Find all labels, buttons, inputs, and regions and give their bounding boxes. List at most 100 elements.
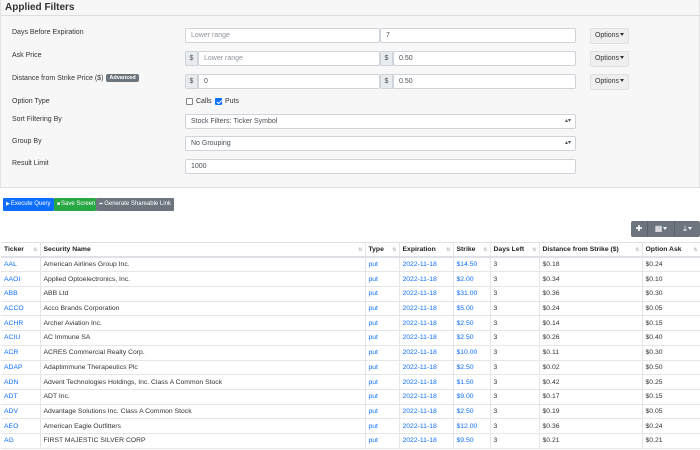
column-header-type[interactable]: Type ⇅ bbox=[365, 242, 400, 259]
group-by-select[interactable]: No Grouping ▴▾ bbox=[185, 136, 576, 151]
result-limit-input[interactable]: 1000 bbox=[185, 159, 576, 174]
expiration-cell[interactable]: 2022-11-18 bbox=[399, 404, 454, 420]
column-header-expiration[interactable]: Expiration ⇅ bbox=[399, 242, 454, 259]
expiration-cell[interactable]: 2022-11-18 bbox=[399, 389, 454, 405]
ask-upper-range-input[interactable]: 0.50 bbox=[393, 51, 576, 66]
results-table: Ticker ⇅ Security Name ⇅ Type ⇅ Expiration ⇅… bbox=[1, 242, 700, 449]
strike-cell[interactable]: $9.50 bbox=[453, 433, 491, 449]
column-header-strike[interactable]: Strike ⇅ bbox=[453, 242, 491, 259]
strike-cell[interactable]: $2.50 bbox=[453, 330, 491, 346]
strike-cell[interactable]: $2.50 bbox=[453, 404, 491, 420]
ticker-cell[interactable]: ADN bbox=[1, 374, 41, 390]
table-row: ADN Advent Technologies Holdings, Inc. Cl… bbox=[1, 374, 700, 390]
option-ask-cell: $0.25 bbox=[642, 374, 700, 390]
expiration-cell[interactable]: 2022-11-18 bbox=[399, 315, 454, 332]
ticker-cell[interactable]: AG bbox=[1, 433, 41, 449]
ticker-cell[interactable]: ADAP bbox=[1, 360, 41, 376]
strike-cell[interactable]: $2.00 bbox=[453, 271, 491, 288]
ticker-cell[interactable]: AAL bbox=[1, 257, 41, 273]
strike-cell[interactable]: $2.50 bbox=[453, 315, 491, 332]
security-name-cell: FIRST MAJESTIC SILVER CORP bbox=[40, 433, 366, 449]
sort-filtering-select[interactable]: Stock Filters: Ticker Symbol ▴▾ bbox=[185, 114, 576, 129]
ticker-cell[interactable]: ABB bbox=[1, 286, 41, 302]
puts-checkbox-label: Puts bbox=[225, 98, 240, 105]
table-row: ACR ACRES Commercial Realty Corp. put 2022-… bbox=[1, 345, 700, 361]
type-cell[interactable]: put bbox=[365, 418, 400, 434]
distance-lower-range-input[interactable]: 0 bbox=[198, 74, 380, 89]
days-lower-range-input[interactable]: Lower range bbox=[185, 28, 380, 43]
ticker-cell[interactable]: ADV bbox=[1, 404, 41, 420]
distance-cell: $0.11 bbox=[539, 345, 643, 361]
strike-cell[interactable]: $12.00 bbox=[453, 418, 491, 434]
security-name-cell: American Eagle Outfitters bbox=[40, 418, 366, 434]
calls-checkbox-label: Calls bbox=[196, 98, 212, 105]
export-download-button[interactable]: ⤓ bbox=[675, 221, 700, 237]
distance-options-dropdown[interactable]: Options bbox=[590, 74, 629, 90]
option-ask-cell: $0.30 bbox=[642, 286, 700, 302]
option-type-label: Option Type bbox=[12, 98, 50, 105]
calls-checkbox[interactable] bbox=[186, 98, 193, 105]
expiration-cell[interactable]: 2022-11-18 bbox=[399, 301, 454, 317]
distance-upper-range-input[interactable]: 0.50 bbox=[393, 74, 576, 89]
sort-icon: ⇅ bbox=[446, 247, 451, 253]
generate-shareable-link-button[interactable]: ➦Generate Shareable Link bbox=[96, 198, 174, 211]
type-cell[interactable]: put bbox=[365, 257, 400, 273]
ask-options-dropdown[interactable]: Options bbox=[590, 51, 629, 67]
ticker-cell[interactable]: ADT bbox=[1, 389, 41, 405]
columns-view-button[interactable]: ▦ bbox=[648, 221, 675, 237]
column-header-security-name[interactable]: Security Name ⇅ bbox=[40, 242, 366, 259]
expiration-cell[interactable]: 2022-11-18 bbox=[399, 330, 454, 346]
days-left-cell: 3 bbox=[490, 330, 540, 346]
type-cell[interactable]: put bbox=[365, 330, 400, 346]
type-cell[interactable]: put bbox=[365, 433, 400, 449]
table-row: ADT ADT Inc. put 2022-11-18 $9.00 3 $0.17 $0.15 bbox=[1, 389, 700, 405]
distance-cell: $0.14 bbox=[539, 315, 643, 332]
expiration-cell[interactable]: 2022-11-18 bbox=[399, 374, 454, 390]
ticker-cell[interactable]: ACCO bbox=[1, 301, 41, 317]
column-header-ticker[interactable]: Ticker ⇅ bbox=[1, 242, 41, 259]
distance-cell: $0.26 bbox=[539, 330, 643, 346]
ticker-cell[interactable]: ACR bbox=[1, 345, 41, 361]
strike-cell[interactable]: $2.50 bbox=[453, 360, 491, 376]
execute-query-button[interactable]: ▶Execute Query bbox=[3, 198, 54, 211]
expiration-cell[interactable]: 2022-11-18 bbox=[399, 257, 454, 273]
expiration-cell[interactable]: 2022-11-18 bbox=[399, 418, 454, 434]
puts-checkbox[interactable] bbox=[215, 98, 222, 105]
ticker-cell[interactable]: AEO bbox=[1, 418, 41, 434]
days-options-dropdown[interactable]: Options bbox=[590, 28, 629, 44]
strike-cell[interactable]: $31.00 bbox=[453, 286, 491, 302]
save-screen-button[interactable]: ■Save Screen bbox=[54, 198, 96, 211]
column-header-days-left[interactable]: Days Left ⇅ bbox=[490, 242, 540, 259]
strike-cell[interactable]: $1.50 bbox=[453, 374, 491, 390]
type-cell[interactable]: put bbox=[365, 389, 400, 405]
add-column-button[interactable]: ✚ bbox=[631, 221, 648, 237]
type-cell[interactable]: put bbox=[365, 404, 400, 420]
option-ask-cell: $0.30 bbox=[642, 345, 700, 361]
column-header-option-ask[interactable]: Option Ask ⇅ bbox=[642, 242, 700, 259]
ask-lower-range-input[interactable]: Lower range bbox=[198, 51, 380, 66]
expiration-cell[interactable]: 2022-11-18 bbox=[399, 286, 454, 302]
distance-cell: $0.24 bbox=[539, 301, 643, 317]
ticker-cell[interactable]: ACIU bbox=[1, 330, 41, 346]
type-cell[interactable]: put bbox=[365, 360, 400, 376]
type-cell[interactable]: put bbox=[365, 374, 400, 390]
expiration-cell[interactable]: 2022-11-18 bbox=[399, 360, 454, 376]
days-upper-range-input[interactable]: 7 bbox=[380, 28, 576, 43]
type-cell[interactable]: put bbox=[365, 271, 400, 288]
column-header-distance-from-strike[interactable]: Distance from Strike ($) ⇅ bbox=[539, 242, 643, 259]
ticker-cell[interactable]: AAOI bbox=[1, 271, 41, 288]
strike-cell[interactable]: $5.00 bbox=[453, 301, 491, 317]
type-cell[interactable]: put bbox=[365, 315, 400, 332]
type-cell[interactable]: put bbox=[365, 345, 400, 361]
expiration-cell[interactable]: 2022-11-18 bbox=[399, 271, 454, 288]
expiration-cell[interactable]: 2022-11-18 bbox=[399, 345, 454, 361]
expiration-cell[interactable]: 2022-11-18 bbox=[399, 433, 454, 449]
strike-cell[interactable]: $9.00 bbox=[453, 389, 491, 405]
type-cell[interactable]: put bbox=[365, 301, 400, 317]
strike-cell[interactable]: $10.00 bbox=[453, 345, 491, 361]
type-cell[interactable]: put bbox=[365, 286, 400, 302]
days-left-cell: 3 bbox=[490, 360, 540, 376]
panel-divider bbox=[1, 15, 700, 16]
ticker-cell[interactable]: ACHR bbox=[1, 315, 41, 332]
strike-cell[interactable]: $14.50 bbox=[453, 257, 491, 273]
